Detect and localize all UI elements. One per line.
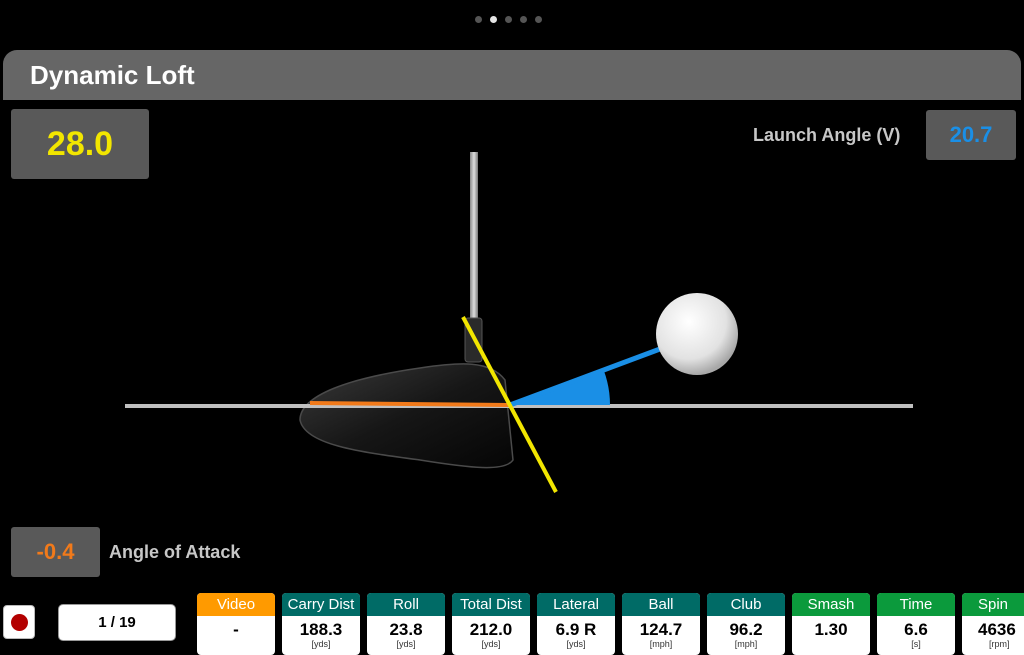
metric-label: Carry Dist [282, 593, 360, 616]
metric-label: Club [707, 593, 785, 616]
club-diagram [125, 152, 913, 493]
angle-of-attack-value: -0.4 [11, 527, 100, 577]
record-button[interactable] [3, 605, 35, 639]
metric-label: Lateral [537, 593, 615, 616]
club-shaft [470, 152, 478, 322]
record-icon [10, 613, 28, 631]
attack-angle-line [309, 401, 511, 407]
metric-unit: [rpm] [989, 639, 1010, 649]
metric-unit: [mph] [734, 639, 758, 649]
metric-unit: [yds] [396, 639, 416, 649]
metric-spin[interactable]: Spin 4636 [rpm] [962, 593, 1024, 655]
metric-label: Spin [962, 593, 1024, 616]
club-head [299, 363, 514, 469]
metric-value: 96.2 [729, 620, 763, 639]
metric-value: 6.9 R [555, 620, 597, 639]
shot-page-button[interactable]: 1 / 19 [58, 604, 176, 641]
metric-time[interactable]: Time 6.6 [s] [877, 593, 955, 655]
metric-value: 23.8 [389, 620, 423, 639]
metric-club-speed[interactable]: Club 96.2 [mph] [707, 593, 785, 655]
metric-label: Time [877, 593, 955, 616]
metric-label: Video [197, 593, 275, 616]
metric-value: 188.3 [299, 620, 343, 639]
metric-value: 124.7 [639, 620, 683, 639]
metric-total-dist[interactable]: Total Dist 212.0 [yds] [452, 593, 530, 655]
metric-value: 6.6 [904, 620, 928, 639]
metric-label: Smash [792, 593, 870, 616]
metric-value: 212.0 [469, 620, 513, 639]
golf-ball [656, 293, 738, 375]
metric-ball-speed[interactable]: Ball 124.7 [mph] [622, 593, 700, 655]
metric-video[interactable]: Video - [197, 593, 275, 655]
metric-unit: [yds] [311, 639, 331, 649]
metric-roll[interactable]: Roll 23.8 [yds] [367, 593, 445, 655]
metric-value: 1.30 [814, 620, 848, 639]
metric-value: 4636 [978, 620, 1016, 639]
metric-value: - [233, 620, 239, 639]
metric-unit: [yds] [566, 639, 586, 649]
metric-label: Ball [622, 593, 700, 616]
metric-label: Total Dist [452, 593, 530, 616]
metric-label: Roll [367, 593, 445, 616]
metric-lateral[interactable]: Lateral 6.9 R [yds] [537, 593, 615, 655]
angle-of-attack-label: Angle of Attack [109, 542, 241, 562]
metric-smash[interactable]: Smash 1.30 [792, 593, 870, 655]
metric-unit: [mph] [649, 639, 673, 649]
metric-unit: [yds] [481, 639, 501, 649]
metric-unit: [s] [911, 639, 921, 649]
metric-carry-dist[interactable]: Carry Dist 188.3 [yds] [282, 593, 360, 655]
